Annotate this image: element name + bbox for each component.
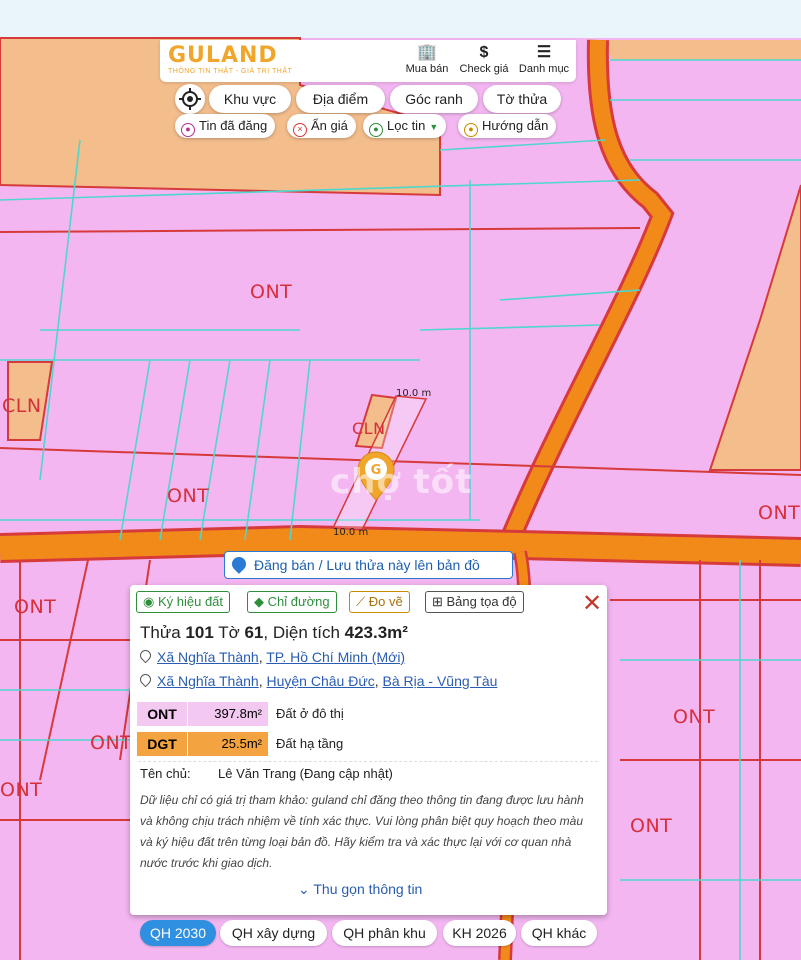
watermark: chợ tốt	[330, 462, 473, 502]
nav-mua-ban[interactable]: 🏢 Mua bán	[404, 43, 450, 75]
dimension-label: 10.0 m	[396, 388, 432, 399]
locate-button[interactable]	[175, 84, 205, 114]
land-area: 25.5m²	[188, 732, 268, 756]
guide-icon: ●	[464, 123, 478, 137]
palette-icon: ◉	[143, 594, 158, 609]
disclaimer: Dữ liệu chỉ có giá trị tham khảo: guland…	[140, 793, 584, 870]
address-link[interactable]: TP. Hồ Chí Minh (Mới)	[266, 649, 405, 665]
nav-check-gia[interactable]: $ Check giá	[458, 43, 510, 75]
map-zone-label: CLN	[352, 419, 386, 438]
tab-kh-2026[interactable]: KH 2026	[443, 920, 516, 946]
map-zone-label: ONT	[90, 732, 133, 754]
directions-button[interactable]: ◆ Chỉ đường	[247, 591, 337, 613]
land-legend-button[interactable]: ◉ Ký hiệu đất	[136, 591, 231, 613]
plot-title: Thửa 101 Tờ 61, Diện tích 423.3m²	[140, 623, 408, 642]
map-pin-icon	[137, 671, 154, 688]
tag-icon: ●	[181, 123, 195, 137]
map-zone-label: ONT	[14, 596, 57, 618]
land-desc: Đất ở đô thị	[276, 706, 344, 721]
chevron-down-icon: ⌄	[298, 881, 314, 897]
save-plot-button[interactable]: Đăng bán / Lưu thửa này lên bản đồ	[224, 551, 513, 579]
filter-tin-da-dang[interactable]: ● Tin đã đăng	[175, 114, 276, 138]
tab-qh-2030[interactable]: QH 2030	[140, 920, 216, 946]
hide-price-icon: ×	[293, 123, 307, 137]
map-zone-label: ONT	[630, 815, 673, 837]
dimension-label: 10.0 m	[333, 527, 369, 538]
ruler-icon: ⟋	[356, 594, 369, 609]
measure-button[interactable]: ⟋ Đo vẽ	[349, 591, 410, 613]
map-pin-icon	[137, 647, 154, 664]
map-zone-label: ONT	[758, 502, 801, 524]
address-link[interactable]: Huyện Châu Đức	[267, 673, 375, 689]
map-zone-label: ONT	[673, 706, 716, 728]
close-icon[interactable]: ✕	[582, 591, 602, 615]
mode-dia-diem[interactable]: Địa điểm	[296, 85, 385, 113]
filter-an-gia[interactable]: × Ẩn giá	[287, 114, 356, 138]
address-link[interactable]: Xã Nghĩa Thành	[157, 673, 259, 689]
map-pin-icon	[229, 554, 249, 574]
address-old: Xã Nghĩa Thành, Huyện Châu Đức, Bà Rịa -…	[137, 671, 497, 689]
dollar-icon: $	[479, 44, 489, 61]
filter-icon: ●	[369, 123, 383, 137]
collapse-info-button[interactable]: ⌄ Thu gọn thông tin	[298, 881, 422, 898]
menu-icon: ☰	[536, 44, 552, 61]
land-code: DGT	[137, 732, 187, 756]
map-zone-label: ONT	[0, 779, 43, 801]
coordinates-table-button[interactable]: ⊞ Bảng tọa độ	[425, 591, 524, 613]
land-area: 397.8m²	[188, 702, 268, 726]
tab-qh-xay-dung[interactable]: QH xây dựng	[220, 920, 327, 946]
address-new: Xã Nghĩa Thành, TP. Hồ Chí Minh (Mới)	[137, 647, 405, 665]
mode-goc-ranh[interactable]: Góc ranh	[390, 85, 478, 113]
plot-info-popup: ◉ Ký hiệu đất ◆ Chỉ đường ⟋ Đo vẽ ⊞ Bảng…	[130, 585, 607, 915]
map-zone-label: ONT	[167, 485, 210, 507]
nav-danh-muc[interactable]: ☰ Danh mục	[518, 43, 570, 75]
owner-info: Tên chủ: Lê Văn Trang (Đang cập nhật)	[140, 766, 393, 781]
guland-logo[interactable]: GULAND THÔNG TIN THẬT - GIÁ TRỊ THẬT	[168, 45, 292, 76]
building-icon: 🏢	[417, 44, 437, 61]
land-desc: Đất hạ tầng	[276, 736, 344, 751]
address-link[interactable]: Bà Rịa - Vũng Tàu	[382, 673, 497, 689]
tab-qh-phan-khu[interactable]: QH phân khu	[332, 920, 437, 946]
mode-khu-vuc[interactable]: Khu vực	[209, 85, 291, 113]
map-zone-label: CLN	[2, 395, 42, 417]
map-zone-label: ONT	[250, 281, 293, 303]
filter-loc-tin[interactable]: ● Lọc tin ▼	[363, 114, 447, 138]
divider	[138, 761, 598, 762]
directions-icon: ◆	[254, 594, 268, 609]
table-icon: ⊞	[432, 594, 447, 609]
land-code: ONT	[137, 702, 187, 726]
filter-huong-dan[interactable]: ● Hướng dẫn	[458, 114, 557, 138]
address-link[interactable]: Xã Nghĩa Thành	[157, 649, 259, 665]
crosshair-icon	[179, 88, 201, 110]
chevron-down-icon: ▼	[429, 122, 439, 132]
tab-qh-khac[interactable]: QH khác	[521, 920, 597, 946]
top-bar: GULAND THÔNG TIN THẬT - GIÁ TRỊ THẬT 🏢 M…	[160, 40, 576, 82]
mode-to-thua[interactable]: Tờ thửa	[483, 85, 561, 113]
